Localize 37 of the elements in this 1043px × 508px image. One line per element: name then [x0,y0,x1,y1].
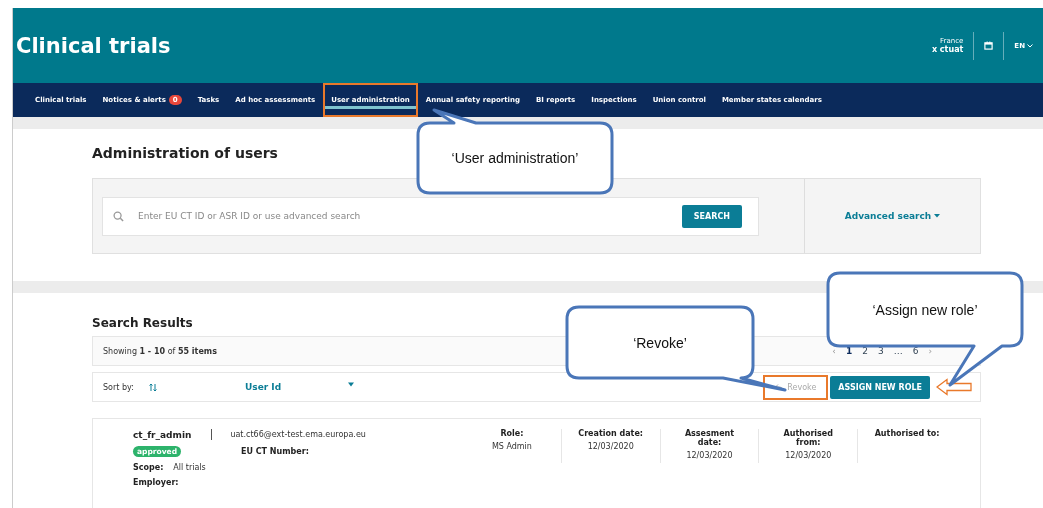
results-count: Showing 1 - 10 of 55 items [103,346,218,356]
caret-icon [1027,43,1033,48]
column-value: 12/03/2020 [587,442,634,451]
scope-value: All trials [173,463,206,472]
section-title: Search Results [92,316,194,330]
column-heading: Authorised from: [782,429,835,447]
field-label: Scope: [133,463,164,472]
page-link[interactable]: 1 [842,346,856,356]
page-link[interactable]: 3 [874,346,887,356]
search-button[interactable]: SEARCH [681,204,742,228]
column-value: 12/03/2020 [785,451,832,460]
column-heading: Creation date: [577,429,645,438]
user-email: uat.ct66@ext-test.ema.europa.eu [230,430,366,439]
search-field[interactable]: Enter EU CT ID or ASR ID or use advanced search SEARCH [102,196,759,236]
column-heading: Assesment date: [683,429,736,447]
caret-icon [934,214,941,218]
field-label: EU CT Number: [241,447,309,456]
caret-icon [348,382,354,387]
column-value: MS Admin [491,442,532,451]
search-placeholder: Enter EU CT ID or ASR ID or use advanced search [138,211,362,221]
page-title: Administration of users [92,145,278,161]
advanced-search-link[interactable]: Advanced search [844,211,941,221]
search-icon [113,210,124,222]
calendar-icon [984,41,994,50]
user-name: x ctuat [931,45,964,54]
page-link[interactable]: … [890,346,906,356]
page-link[interactable]: 2 [859,346,871,356]
page-link[interactable]: 6 [909,346,922,356]
assign-role-button[interactable]: ASSIGN NEW ROLE [830,375,930,399]
username: ct_fr_admin [133,429,192,440]
field-label: Employer: [133,478,179,487]
app-title: Clinical trials [16,33,172,58]
sort-icon[interactable] [149,382,157,392]
column-value: 12/03/2020 [686,451,733,460]
sort-label: Sort by: [103,382,135,392]
column-heading: Role: [499,429,525,438]
column-heading: Authorised to: [873,429,941,438]
